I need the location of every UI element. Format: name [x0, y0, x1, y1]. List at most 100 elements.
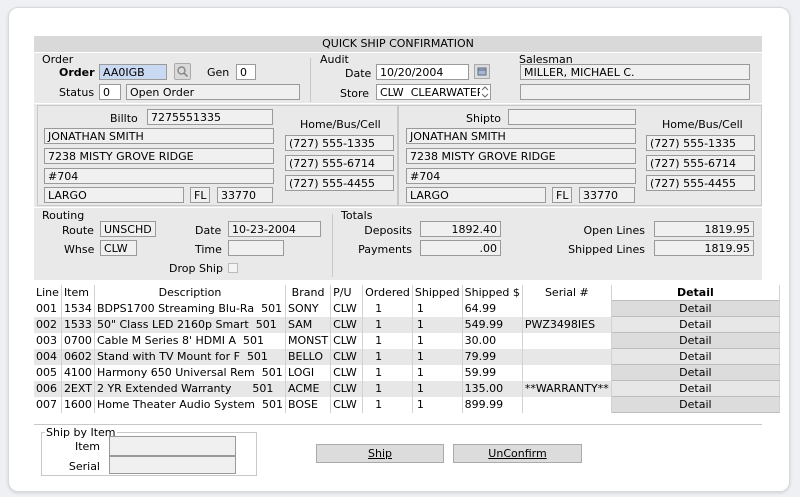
salesman-name-field: MILLER, MICHAEL C. [520, 64, 750, 80]
serial-cell[interactable]: PWZ3498IES [522, 316, 612, 333]
ordered-cell: 1 [362, 396, 413, 413]
store-select[interactable]: CLW CLEARWATER S [376, 84, 491, 100]
detail-button[interactable]: Detail [610, 332, 780, 349]
ordered-cell: 1 [362, 316, 413, 333]
serial-cell[interactable] [522, 300, 612, 317]
col-pu-header: P/U [330, 285, 364, 301]
item-cell: 1534 [61, 300, 95, 317]
line-cell: 006 [34, 380, 62, 397]
brand-cell: MONST [285, 332, 332, 349]
routing-section-label: Routing [42, 209, 85, 222]
table-row[interactable]: 007 1600 Home Theater Audio System 501 B… [34, 396, 780, 413]
open-lines-field: 1819.95 [654, 221, 754, 237]
detail-button[interactable]: Detail [610, 300, 780, 317]
totals-section-label: Totals [341, 209, 373, 222]
status-code-field[interactable]: 0 [99, 84, 121, 100]
brand-cell: LOGI [285, 364, 332, 381]
shipped-cell: 1 [412, 364, 463, 381]
shipto-label: Shipto [466, 112, 502, 125]
gen-field[interactable]: 0 [236, 64, 256, 80]
pu-cell: CLW [330, 316, 364, 333]
billto-state-field: FL [190, 187, 210, 203]
routing-date-label: Date [195, 224, 222, 237]
detail-button[interactable]: Detail [610, 380, 780, 397]
pu-cell: CLW [330, 348, 364, 365]
col-detail-header: Detail [611, 285, 780, 301]
billto-phones-label: Home/Bus/Cell [300, 118, 381, 131]
audit-section-label: Audit [320, 53, 349, 66]
deposits-field: 1892.40 [420, 221, 501, 237]
detail-button[interactable]: Detail [610, 396, 780, 413]
route-label: Route [62, 224, 94, 237]
deposits-label: Deposits [364, 224, 412, 237]
item-cell: 0700 [61, 332, 95, 349]
whse-label: Whse [64, 243, 95, 256]
pu-cell: CLW [330, 364, 364, 381]
billto-zip-field: 33770 [217, 187, 273, 203]
order-number-field[interactable]: AA0IGB [99, 64, 167, 80]
description-cell: Stand with TV Mount for F 501 [94, 348, 287, 365]
unconfirm-button-label: UnConfirm [488, 447, 547, 460]
billto-name-field: JONATHAN SMITH [44, 128, 274, 144]
search-icon[interactable] [174, 63, 191, 80]
serial-cell[interactable] [522, 332, 612, 349]
audit-date-field[interactable]: 10/20/2004 [376, 64, 469, 80]
serial-cell[interactable]: **WARRANTY** [522, 380, 612, 397]
col-shipped-header: Shipped [412, 285, 463, 301]
billto-cell-phone: (727) 555-4455 [285, 175, 394, 191]
brand-cell: ACME [285, 380, 332, 397]
ship-serial-label: Serial [68, 460, 100, 473]
shipto-cell-phone: (727) 555-4455 [646, 175, 755, 191]
table-row[interactable]: 001 1534 BDPS1700 Streaming Blu-Ra 501 S… [34, 300, 780, 317]
line-items-table: Line Item Description Brand P/U Ordered … [34, 285, 780, 413]
item-cell: 1533 [61, 316, 95, 333]
item-cell: 4100 [61, 364, 95, 381]
amount-cell: 64.99 [462, 300, 523, 317]
serial-cell[interactable] [522, 396, 612, 413]
ship-item-input[interactable] [109, 436, 236, 456]
line-cell: 004 [34, 348, 62, 365]
brand-cell: SAM [285, 316, 332, 333]
shipped-cell: 1 [412, 332, 463, 349]
table-row[interactable]: 004 0602 Stand with TV Mount for F 501 B… [34, 348, 780, 365]
ordered-cell: 1 [362, 300, 413, 317]
serial-cell[interactable] [522, 348, 612, 365]
detail-button[interactable]: Detail [610, 364, 780, 381]
table-row[interactable]: 002 1533 50" Class LED 2160p Smart 501 S… [34, 316, 780, 333]
drop-ship-label: Drop Ship [169, 262, 223, 275]
serial-cell[interactable] [522, 364, 612, 381]
calendar-icon[interactable] [474, 64, 490, 79]
col-shipped-amount-header: Shipped $ [462, 285, 523, 301]
whse-field: CLW [100, 240, 137, 256]
status-label: Status [59, 86, 95, 99]
pu-cell: CLW [330, 300, 364, 317]
routing-date-field: 10-23-2004 [228, 221, 321, 237]
ship-serial-input[interactable] [109, 456, 236, 474]
table-row[interactable]: 003 0700 Cable M Series 8' HDMI A 501 MO… [34, 332, 780, 349]
table-row[interactable]: 006 2EXT 2 YR Extended Warranty 501 ACME… [34, 380, 780, 397]
table-header-row: Line Item Description Brand P/U Ordered … [34, 285, 780, 301]
unconfirm-button[interactable]: UnConfirm [453, 444, 582, 463]
ship-button[interactable]: Ship [316, 444, 444, 463]
checkbox-icon[interactable] [228, 263, 238, 273]
time-field [228, 240, 284, 256]
shipped-cell: 1 [412, 316, 463, 333]
detail-button[interactable]: Detail [610, 316, 780, 333]
billto-home-phone: (727) 555-1335 [285, 135, 394, 151]
shipped-cell: 1 [412, 348, 463, 365]
line-cell: 005 [34, 364, 62, 381]
pu-cell: CLW [330, 380, 364, 397]
shipto-name-field: JONATHAN SMITH [406, 128, 636, 144]
salesman-line2-field [520, 84, 750, 100]
brand-cell: BOSE [285, 396, 332, 413]
shipto-bus-phone: (727) 555-6714 [646, 155, 755, 171]
ship-button-label: Ship [368, 447, 392, 460]
table-row[interactable]: 005 4100 Harmony 650 Universal Rem 501 L… [34, 364, 780, 381]
chevron-down-icon[interactable] [480, 85, 490, 99]
detail-button[interactable]: Detail [610, 348, 780, 365]
line-cell: 001 [34, 300, 62, 317]
description-cell: 2 YR Extended Warranty 501 [94, 380, 287, 397]
col-item-header: Item [61, 285, 95, 301]
time-label: Time [195, 243, 222, 256]
order-label: Order [59, 66, 95, 79]
